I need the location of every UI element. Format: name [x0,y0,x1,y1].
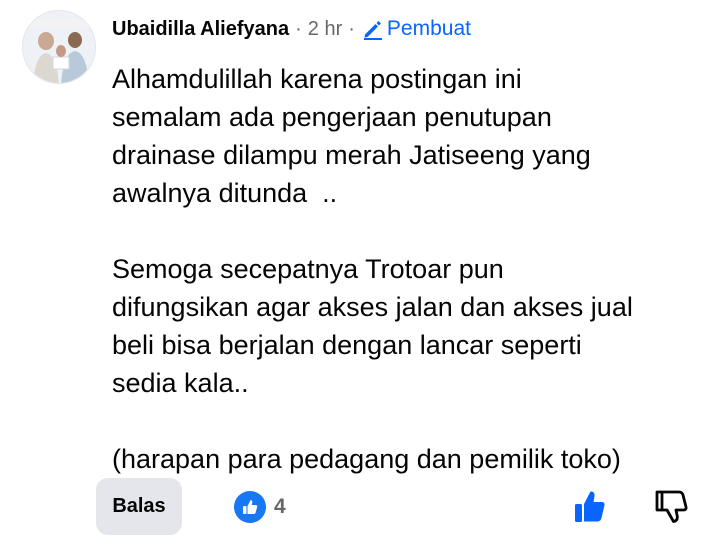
text-line: Alhamdulillah karena postingan ini [112,64,522,94]
separator: · [348,17,355,40]
dislike-button[interactable] [652,487,692,527]
reply-button[interactable]: Balas [96,478,182,535]
text-line: semalam ada pengerjaan penutupan [112,102,552,132]
comment-header: Ubaidilla Aliefyana · 2 hr · Pembuat [112,14,471,44]
like-button[interactable] [571,487,609,525]
timestamp[interactable]: 2 hr [308,18,342,41]
reaction-summary[interactable]: 4 [234,491,286,523]
creator-label: Pembuat [386,17,471,40]
profile-photo [23,11,95,83]
separator: · [295,17,302,40]
text-line: awalnya ditunda .. [112,178,338,208]
avatar[interactable] [22,10,96,84]
text-line: drainase dilampu merah Jatiseeng yang [112,140,591,170]
creator-badge: Pembuat [361,17,471,41]
pencil-icon [363,21,382,40]
text-line: difungsikan agar akses jalan dan akses j… [112,292,633,322]
thumbs-up-icon [234,491,266,523]
thumbs-up-icon [575,491,605,522]
comment-paragraph: (harapan para pedagang dan pemilik toko) [112,440,697,478]
comment-paragraph: Semoga secepatnya Trotoar pun difungsika… [112,250,697,402]
author-name[interactable]: Ubaidilla Aliefyana [112,18,289,41]
thumbs-down-icon [655,490,688,523]
comment-paragraph: Alhamdulillah karena postingan ini semal… [112,60,697,212]
text-line: Semoga secepatnya Trotoar pun [112,254,504,284]
text-line: sedia kala.. [112,368,249,398]
text-line: (harapan para pedagang dan pemilik toko) [112,444,621,474]
comment-body: Alhamdulillah karena postingan ini semal… [112,60,697,478]
text-line: beli bisa berjalan dengan lancar seperti [112,330,582,360]
reaction-count: 4 [274,495,286,518]
